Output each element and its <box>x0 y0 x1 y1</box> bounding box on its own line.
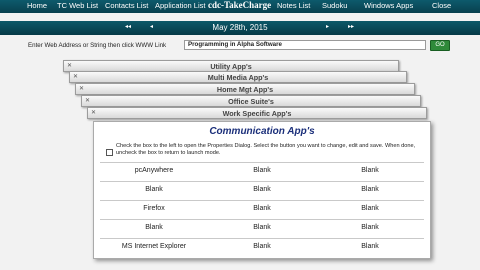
table-row: Blank Blank Blank <box>100 181 424 200</box>
tab-office-suites[interactable]: ✕ Office Suite's <box>81 95 421 107</box>
table-row: Firefox Blank Blank <box>100 200 424 219</box>
address-input[interactable]: Programming in Alpha Software <box>184 40 426 50</box>
instructions-text: Check the box to the left to open the Pr… <box>116 143 416 156</box>
app-button[interactable]: Blank <box>316 186 424 193</box>
tab-home-mgt-apps[interactable]: ✕ Home Mgt App's <box>75 83 415 95</box>
nav-application-list[interactable]: Application List <box>155 1 205 10</box>
nav-contacts-list[interactable]: Contacts List <box>105 1 148 10</box>
nav-notes-list[interactable]: Notes List <box>277 1 310 10</box>
table-row: MS Internet Explorer Blank Blank <box>100 238 424 257</box>
table-row: Blank Blank Blank <box>100 219 424 238</box>
app-button[interactable]: Blank <box>100 224 208 231</box>
next-month-arrow-icon[interactable]: ▸ <box>326 23 329 30</box>
date-bar: ◂◂ ◂ May 28th, 2015 ▸ ▸▸ <box>0 21 480 35</box>
app-button[interactable]: pcAnywhere <box>100 167 208 174</box>
app-button[interactable]: Blank <box>208 243 316 250</box>
app-button[interactable]: Blank <box>316 167 424 174</box>
app-button[interactable]: MS Internet Explorer <box>100 243 208 250</box>
app-button[interactable]: Blank <box>208 186 316 193</box>
app-button[interactable]: Blank <box>316 243 424 250</box>
tab-label: Multi Media App's <box>207 73 269 82</box>
address-label: Enter Web Address or String then click W… <box>28 42 167 49</box>
nav-windows-apps[interactable]: Windows Apps <box>364 1 413 10</box>
table-row: pcAnywhere Blank Blank <box>100 162 424 181</box>
communication-apps-panel: Communication App's Check the box to the… <box>93 121 431 259</box>
nav-cdc-takecharge[interactable]: cdc-TakeCharge <box>208 0 271 10</box>
tab-multimedia-apps[interactable]: ✕ Multi Media App's <box>69 71 407 83</box>
next-year-arrow-icon[interactable]: ▸▸ <box>348 23 354 30</box>
nav-close[interactable]: Close <box>432 1 451 10</box>
properties-checkbox[interactable] <box>106 149 113 156</box>
app-button[interactable]: Blank <box>208 167 316 174</box>
app-button[interactable]: Blank <box>208 224 316 231</box>
www-link-button[interactable]: GO <box>430 40 450 51</box>
app-button[interactable]: Blank <box>316 224 424 231</box>
app-button[interactable]: Blank <box>100 186 208 193</box>
tab-label: Office Suite's <box>228 97 274 106</box>
panel-title: Communication App's <box>209 126 315 137</box>
nav-sudoku[interactable]: Sudoku <box>322 1 347 10</box>
app-button[interactable]: Blank <box>316 205 424 212</box>
nav-tc-web-list[interactable]: TC Web List <box>57 1 98 10</box>
app-button[interactable]: Blank <box>208 205 316 212</box>
tab-label: Utility App's <box>210 62 252 71</box>
tab-work-specific-apps[interactable]: ✕ Work Specific App's <box>87 107 427 119</box>
nav-home[interactable]: Home <box>27 1 47 10</box>
top-nav-bar: Home TC Web List Contacts List Applicati… <box>0 0 480 13</box>
tab-label: Work Specific App's <box>222 109 292 118</box>
app-button[interactable]: Firefox <box>100 205 208 212</box>
tab-label: Home Mgt App's <box>216 85 274 94</box>
current-date: May 28th, 2015 <box>212 23 268 32</box>
